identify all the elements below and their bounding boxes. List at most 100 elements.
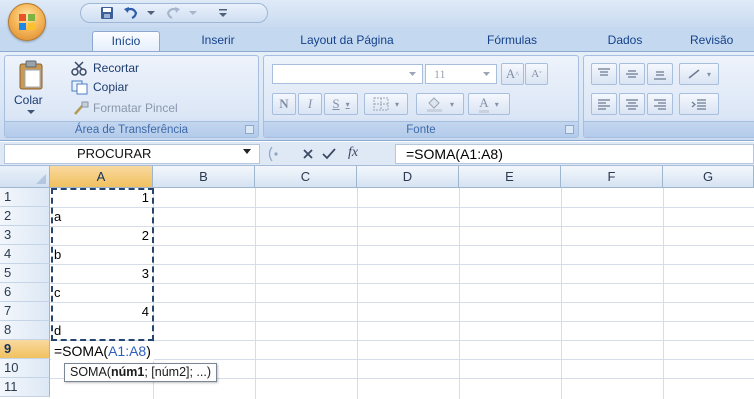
column-header-c[interactable]: C [255, 166, 357, 188]
font-color-button[interactable]: A ▾ [468, 93, 510, 115]
customize-qat-icon[interactable] [213, 5, 233, 21]
font-size-value: 11 [434, 67, 446, 81]
tooltip-rest: ; [núm2]; ...) [144, 365, 212, 379]
align-middle-button[interactable] [619, 63, 645, 85]
font-size-combo[interactable]: 11 [425, 64, 497, 84]
bold-button[interactable]: N [272, 93, 296, 115]
paste-icon [19, 60, 43, 90]
redo-dropdown-icon[interactable] [183, 5, 203, 21]
redo-icon[interactable] [163, 5, 183, 21]
font-name-combo[interactable] [272, 64, 423, 84]
save-icon[interactable] [97, 5, 117, 21]
font-launcher-icon[interactable] [565, 125, 574, 134]
tab-layout-da-pagina[interactable]: Layout da Página [282, 31, 412, 52]
tab-dados[interactable]: Dados [595, 31, 655, 52]
grow-font-button[interactable]: A ^ [501, 63, 524, 85]
align-center-button[interactable] [619, 93, 645, 115]
font-group: 11 A ^ Aˇ N I S ▾ ▾ ▾ A ▾ Fonte [263, 55, 579, 138]
clipboard-group-label: Área de Transferência [5, 121, 258, 137]
row-header-11[interactable]: 11 [0, 378, 50, 397]
enter-check-icon[interactable] [322, 148, 336, 160]
formula-bar-separator-icon [268, 146, 278, 162]
align-bottom-button[interactable] [647, 63, 673, 85]
row-header-6[interactable]: 6 [0, 283, 50, 302]
align-left-icon [598, 99, 610, 110]
column-header-e[interactable]: E [459, 166, 561, 188]
shrink-font-button[interactable]: Aˇ [525, 63, 548, 85]
column-header-f[interactable]: F [561, 166, 663, 188]
formula-bar: PROCURAR fx =SOMA(A1:A8) [0, 142, 754, 166]
row-header-7[interactable]: 7 [0, 302, 50, 321]
undo-dropdown-icon[interactable] [141, 5, 161, 21]
gridline [357, 188, 358, 399]
grow-font-label: A [505, 66, 516, 81]
row-header-10[interactable]: 10 [0, 359, 50, 378]
column-header-d[interactable]: D [357, 166, 459, 188]
select-all-triangle-icon [36, 174, 46, 184]
align-right-icon [654, 99, 666, 110]
row-header-4[interactable]: 4 [0, 245, 50, 264]
name-box-value: PROCURAR [77, 146, 152, 161]
formula-input[interactable]: =SOMA(A1:A8) [395, 144, 754, 164]
insert-function-icon[interactable]: fx [348, 145, 358, 161]
gridline [50, 340, 754, 341]
formula-buttons: fx [262, 144, 392, 164]
column-header-b[interactable]: B [153, 166, 255, 188]
row-header-9[interactable]: 9 [0, 340, 50, 359]
name-box-dropdown-icon[interactable] [243, 149, 251, 154]
align-center-icon [626, 99, 638, 110]
row-header-5[interactable]: 5 [0, 264, 50, 283]
tooltip-func: SOMA( [70, 365, 111, 379]
indent-icon [691, 99, 706, 110]
ribbon: Colar Recortar Copiar Formatar Pincel Ár… [0, 51, 754, 141]
gridline [561, 188, 562, 399]
undo-icon[interactable] [121, 5, 141, 21]
cell-edit-text[interactable]: =SOMA(A1:A8) [54, 342, 151, 361]
paste-button[interactable]: Colar [11, 60, 51, 116]
paste-dropdown-icon[interactable] [27, 110, 35, 115]
row-header-8[interactable]: 8 [0, 321, 50, 340]
tab-inserir[interactable]: Inserir [183, 31, 253, 52]
gridline [50, 245, 754, 246]
cancel-icon[interactable] [302, 148, 314, 160]
select-all-button[interactable] [0, 166, 50, 188]
format-painter-label: Formatar Pincel [93, 101, 178, 115]
gridline [50, 302, 754, 303]
format-painter-button[interactable]: Formatar Pincel [63, 100, 253, 117]
font-color-label: A [479, 95, 489, 113]
underline-label: S [332, 96, 340, 111]
copy-button[interactable]: Copiar [63, 79, 223, 96]
edit-prefix: =SOMA( [54, 343, 109, 359]
cut-button[interactable]: Recortar [63, 60, 223, 77]
ribbon-tabs: Início Inserir Layout da Página Fórmulas… [0, 27, 754, 52]
tab-formulas[interactable]: Fórmulas [466, 31, 558, 52]
indent-button[interactable] [679, 93, 719, 115]
align-top-button[interactable] [591, 63, 617, 85]
clipboard-launcher-icon[interactable] [245, 125, 254, 134]
column-header-a[interactable]: A [50, 166, 153, 188]
align-right-button[interactable] [647, 93, 673, 115]
name-box[interactable]: PROCURAR [4, 144, 260, 164]
shrink-font-label: A [531, 68, 540, 80]
align-top-icon [598, 68, 610, 76]
function-tooltip[interactable]: SOMA(núm1; [núm2]; ...) [64, 363, 218, 382]
office-button[interactable] [8, 3, 46, 41]
fill-color-icon [426, 97, 442, 112]
formula-text: =SOMA(A1:A8) [406, 146, 503, 162]
column-header-g[interactable]: G [663, 166, 754, 188]
orientation-button[interactable]: ▾ [679, 63, 719, 85]
edit-range-ref: A1:A8 [108, 343, 147, 359]
row-header-2[interactable]: 2 [0, 207, 50, 226]
align-bottom-icon [654, 71, 666, 80]
underline-button[interactable]: S ▾ [324, 93, 358, 115]
tab-inicio[interactable]: Início [92, 31, 160, 52]
row-header-1[interactable]: 1 [0, 188, 50, 207]
fill-color-button[interactable]: ▾ [416, 93, 464, 115]
paste-label: Colar [14, 93, 43, 107]
row-header-3[interactable]: 3 [0, 226, 50, 245]
gridline [50, 226, 754, 227]
borders-button[interactable]: ▾ [364, 93, 408, 115]
italic-button[interactable]: I [298, 93, 322, 115]
align-left-button[interactable] [591, 93, 617, 115]
tab-revisao[interactable]: Revisão [690, 31, 754, 52]
